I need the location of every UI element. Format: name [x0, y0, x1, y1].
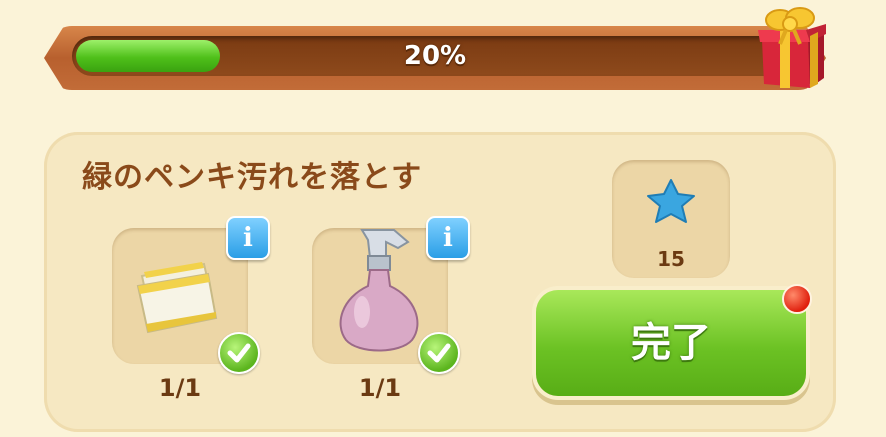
progress-bar: 20%: [44, 24, 836, 94]
gift-box-icon[interactable]: [750, 0, 830, 92]
progress-label: 20%: [403, 41, 467, 71]
item-count-cloth: 1/1: [158, 374, 202, 402]
complete-button[interactable]: 完了: [536, 290, 806, 396]
info-button-spray[interactable]: i: [426, 216, 470, 260]
check-icon: [218, 332, 260, 374]
notification-dot: [782, 284, 812, 314]
check-icon: [418, 332, 460, 374]
reward-amount: 15: [657, 247, 685, 271]
progress-track: 20%: [72, 36, 798, 76]
task-title: 緑のペンキ汚れを落とす: [82, 160, 423, 195]
complete-button-label: 完了: [631, 320, 711, 366]
item-count-spray: 1/1: [358, 374, 402, 402]
info-button-cloth[interactable]: i: [226, 216, 270, 260]
